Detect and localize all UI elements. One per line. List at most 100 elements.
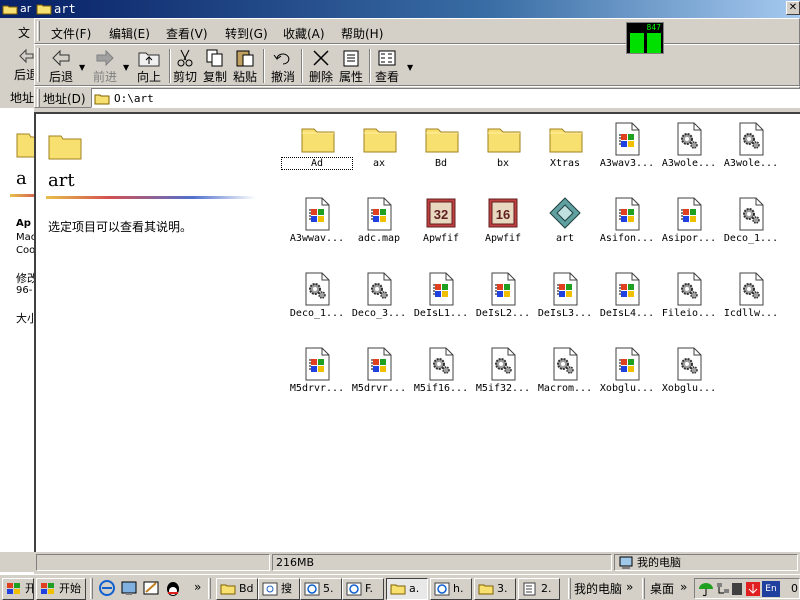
paste-button[interactable]: 粘贴 xyxy=(229,49,261,85)
file-item[interactable]: art xyxy=(534,193,596,265)
diamond-app-icon xyxy=(549,197,581,231)
file-item[interactable]: Deco_1... xyxy=(720,193,782,265)
file-item[interactable]: DeIsL3... xyxy=(534,268,596,340)
file-item[interactable]: Xtras xyxy=(534,118,596,190)
address-label: 地址(D) xyxy=(43,92,86,106)
up-button[interactable]: 向上 xyxy=(133,49,165,85)
start-button-partial[interactable]: 开 xyxy=(2,578,34,600)
file-item[interactable]: Fileio... xyxy=(658,268,720,340)
views-button[interactable]: 查看 xyxy=(371,49,403,85)
menu-help[interactable]: 帮助(H) xyxy=(341,25,383,42)
taskbar-button[interactable]: 搜 xyxy=(258,578,300,600)
more-chevron[interactable]: » xyxy=(626,580,633,594)
file-item[interactable]: Macrom... xyxy=(534,343,596,415)
copy-button[interactable]: 复制 xyxy=(199,49,231,85)
menu-edit[interactable]: 编辑(E) xyxy=(109,25,150,42)
chip-icon[interactable] xyxy=(731,581,743,597)
windows-file-icon xyxy=(301,197,333,231)
file-item[interactable]: 16 Apwfif xyxy=(472,193,534,265)
file-item[interactable]: M5if16... xyxy=(410,343,472,415)
file-item[interactable]: DeIsL1... xyxy=(410,268,472,340)
file-item[interactable]: Deco_3... xyxy=(348,268,410,340)
file-item[interactable]: adc.map xyxy=(348,193,410,265)
taskbar-button[interactable]: Bd xyxy=(216,578,258,600)
file-item[interactable]: Deco_1... xyxy=(286,268,348,340)
file-item[interactable]: A3wole... xyxy=(658,118,720,190)
taskbar-button[interactable]: 2. xyxy=(518,578,560,600)
views-dropdown-icon[interactable]: ▼ xyxy=(407,63,413,72)
cut-label: 剪切 xyxy=(172,70,197,84)
menu-file-partial[interactable]: 文 xyxy=(18,24,30,41)
file-item[interactable]: ax xyxy=(348,118,410,190)
forward-button[interactable]: 前进 xyxy=(89,49,121,85)
taskbar-button[interactable]: 5. xyxy=(300,578,342,600)
clock[interactable]: 0 xyxy=(791,582,798,595)
file-item[interactable]: Asipor... xyxy=(658,193,720,265)
undo-button[interactable]: 撤消 xyxy=(267,49,299,85)
my-computer-toolbar[interactable]: 我的电脑 xyxy=(574,580,622,597)
file-item[interactable]: Xobglu... xyxy=(658,343,720,415)
taskbar-button[interactable]: 3. xyxy=(474,578,516,600)
file-item[interactable]: DeIsL2... xyxy=(472,268,534,340)
file-name: Bd xyxy=(434,158,448,169)
qq-penguin-icon[interactable] xyxy=(164,579,182,597)
folder-icon xyxy=(549,122,583,156)
file-item[interactable]: Xobglu... xyxy=(596,343,658,415)
delete-button[interactable]: 删除 xyxy=(305,49,337,85)
file-item[interactable]: bx xyxy=(472,118,534,190)
file-item[interactable]: Icdllw... xyxy=(720,268,782,340)
folder-icon xyxy=(478,582,494,599)
file-name: M5if16... xyxy=(413,383,469,394)
address-input[interactable]: O:\art xyxy=(91,88,800,108)
show-desktop-icon[interactable] xyxy=(120,579,138,597)
properties-button[interactable]: 属性 xyxy=(335,49,367,85)
menu-view[interactable]: 查看(V) xyxy=(166,25,208,42)
download-icon[interactable] xyxy=(745,581,761,597)
umbrella-icon[interactable] xyxy=(698,581,714,597)
copy-icon xyxy=(206,49,223,67)
network-meter-gadget[interactable]: 847 xyxy=(626,22,664,54)
file-item[interactable]: A3wav3... xyxy=(596,118,658,190)
taskbar-button[interactable]: F. xyxy=(342,578,384,600)
file-name: M5drvr... xyxy=(351,383,407,394)
file-item[interactable]: M5drvr... xyxy=(286,343,348,415)
ime-indicator[interactable]: En xyxy=(762,581,780,597)
system-tray: En 0 xyxy=(694,578,800,599)
more-chevron[interactable]: » xyxy=(194,580,201,594)
file-item[interactable]: M5if32... xyxy=(472,343,534,415)
forward-dropdown-icon[interactable]: ▼ xyxy=(123,63,129,72)
status-size: 216MB xyxy=(272,554,612,571)
file-name: ax xyxy=(372,158,386,169)
toolbar-grip[interactable] xyxy=(37,89,40,107)
menu-file[interactable]: 文件(F) xyxy=(51,25,91,42)
toolbar-grip[interactable] xyxy=(37,48,40,82)
taskbar-button[interactable]: a. xyxy=(386,578,428,600)
file-item[interactable]: Asifon... xyxy=(596,193,658,265)
taskbar-button[interactable]: h. xyxy=(430,578,472,600)
window-titlebar[interactable]: art ✕ xyxy=(34,0,800,18)
toolbar-grip[interactable] xyxy=(37,21,40,41)
back-button[interactable]: 后退 xyxy=(45,49,77,85)
file-item[interactable]: 32 Apwfif xyxy=(410,193,472,265)
file-item[interactable]: M5drvr... xyxy=(348,343,410,415)
file-name: M5if32... xyxy=(475,383,531,394)
network-icon[interactable] xyxy=(715,581,731,597)
clipboard-icon xyxy=(236,50,254,67)
back-dropdown-icon[interactable]: ▼ xyxy=(79,63,85,72)
desktop-toolbar[interactable]: 桌面 xyxy=(650,580,674,597)
folder-content: art 选定项目可以查看其说明。 Ad ax Bd bx Xtras A3wav3... A… xyxy=(34,112,800,552)
toolbar-separator xyxy=(263,49,265,83)
more-chevron[interactable]: » xyxy=(680,580,687,594)
menu-go[interactable]: 转到(G) xyxy=(225,25,268,42)
start-button[interactable]: 开始 xyxy=(36,578,86,600)
internet-explorer-icon[interactable] xyxy=(98,579,116,597)
file-item[interactable]: A3wole... xyxy=(720,118,782,190)
file-item[interactable]: Ad xyxy=(281,118,353,190)
cut-button[interactable]: 剪切 xyxy=(169,49,201,85)
file-item[interactable]: A3wwav... xyxy=(286,193,348,265)
menu-favorites[interactable]: 收藏(A) xyxy=(283,25,325,42)
outlook-express-icon[interactable] xyxy=(142,579,160,597)
close-button[interactable]: ✕ xyxy=(786,1,800,15)
file-item[interactable]: Bd xyxy=(410,118,472,190)
file-item[interactable]: DeIsL4... xyxy=(596,268,658,340)
